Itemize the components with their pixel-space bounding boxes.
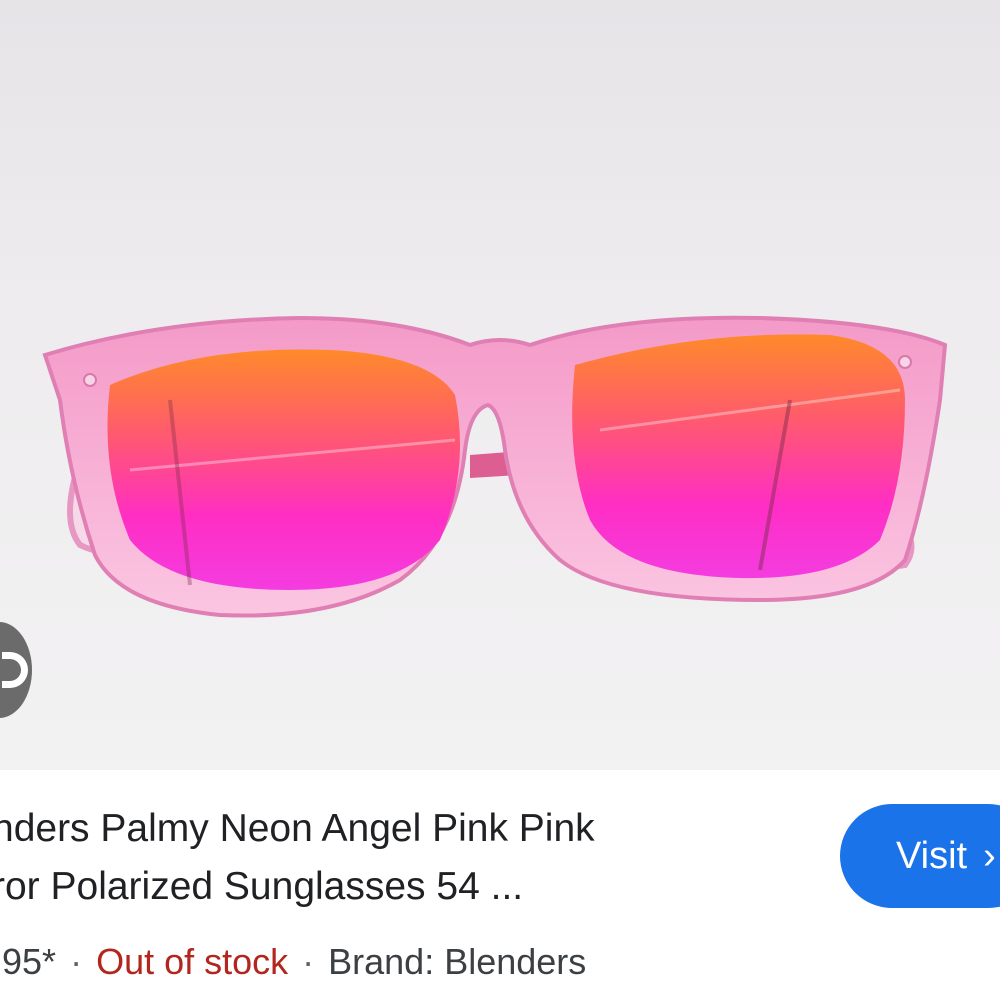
- product-image[interactable]: [0, 0, 1000, 770]
- product-title-line-2: ror Polarized Sunglasses 54 ...: [0, 865, 524, 908]
- product-price: .95*: [0, 941, 57, 982]
- stock-status: Out of stock: [96, 941, 289, 982]
- product-title[interactable]: nders Palmy Neon Angel Pink Pink ror Pol…: [0, 800, 782, 916]
- product-brand: Brand: Blenders: [328, 941, 587, 982]
- search-result-card: nders Palmy Neon Angel Pink Pink ror Pol…: [0, 0, 1000, 1000]
- google-lens-icon: [2, 652, 28, 688]
- visit-label: Visit: [896, 834, 968, 877]
- product-meta: .95* · Out of stock · Brand: Blenders: [0, 936, 586, 988]
- meta-separator: ·: [302, 941, 315, 982]
- product-title-line-1: nders Palmy Neon Angel Pink Pink: [0, 807, 595, 850]
- visit-button[interactable]: Visit ›: [840, 804, 1000, 908]
- chevron-right-icon: ›: [983, 834, 996, 877]
- meta-separator: ·: [70, 941, 83, 982]
- sunglasses-illustration: [42, 315, 948, 618]
